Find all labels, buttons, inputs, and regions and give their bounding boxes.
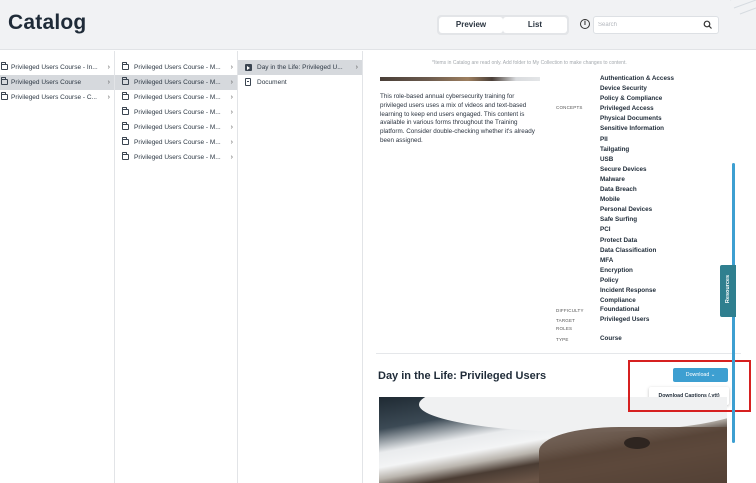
folder-row[interactable]: Privileged Users Course - M... › xyxy=(115,105,237,120)
folder-icon xyxy=(122,62,129,70)
concept-item: Policy & Compliance xyxy=(600,95,663,103)
resources-tab-label: Resources xyxy=(725,274,731,304)
chevron-right-icon: › xyxy=(230,124,233,131)
concept-item: Data Classification xyxy=(600,246,657,254)
list-toggle-button[interactable]: List xyxy=(503,17,567,33)
folder-row[interactable]: Privileged Users Course › xyxy=(0,75,114,90)
decorative-lines-icon xyxy=(730,0,756,15)
divider xyxy=(376,353,741,354)
thumbnail-image xyxy=(380,77,540,81)
concept-item: Device Security xyxy=(600,85,647,93)
preview-toggle-button[interactable]: Preview xyxy=(439,17,503,33)
folder-icon xyxy=(1,77,8,85)
folder-column-1: Privileged Users Course - In... › Privil… xyxy=(0,51,115,483)
type-value: Course xyxy=(600,335,622,342)
search-icon[interactable] xyxy=(703,20,713,30)
content-row-video[interactable]: Day in the Life: Privileged U... › xyxy=(238,60,362,75)
document-icon xyxy=(245,78,251,86)
concept-item: MFA xyxy=(600,256,614,264)
chevron-right-icon: › xyxy=(230,79,233,86)
concept-item: PCI xyxy=(600,226,611,234)
concept-item: USB xyxy=(600,155,614,163)
chevron-right-icon: › xyxy=(230,139,233,146)
chevron-right-icon: › xyxy=(230,109,233,116)
target-roles-label-line-2: ROLES xyxy=(556,326,573,331)
folder-icon xyxy=(122,77,129,85)
concept-item: Tailgating xyxy=(600,145,630,153)
view-toggle: Preview List xyxy=(437,15,569,35)
video-face xyxy=(539,427,727,483)
search-box xyxy=(593,16,719,34)
concept-item: Compliance xyxy=(600,297,636,305)
concept-item: Safe Surfing xyxy=(600,216,638,224)
folder-column-2: Privileged Users Course - M... › Privile… xyxy=(115,51,238,483)
target-roles-label-line-1: TARGET xyxy=(556,318,576,323)
folder-row[interactable]: Privileged Users Course - In... › xyxy=(0,60,114,75)
concept-item: PII xyxy=(600,135,608,143)
chevron-right-icon: › xyxy=(107,94,110,101)
concepts-list: Authentication & Access Device Security … xyxy=(600,74,674,306)
concept-item: Mobile xyxy=(600,196,620,204)
concept-item: Physical Documents xyxy=(600,115,662,123)
course-title: Day in the Life: Privileged Users xyxy=(378,370,547,382)
chevron-right-icon: › xyxy=(230,94,233,101)
concept-item: Incident Response xyxy=(600,286,656,294)
concepts-label: CONCEPTS xyxy=(556,105,583,110)
folder-row[interactable]: Privileged Users Course - M... › xyxy=(115,120,237,135)
content-column: Day in the Life: Privileged U... › Docum… xyxy=(238,51,363,483)
folder-row[interactable]: Privileged Users Course - M... › xyxy=(115,60,237,75)
content-row-document[interactable]: Document xyxy=(238,75,362,90)
course-description: This role-based annual cybersecurity tra… xyxy=(380,93,535,144)
folder-icon xyxy=(122,152,129,160)
info-icon[interactable]: i xyxy=(580,19,590,29)
folder-icon xyxy=(122,92,129,100)
folder-icon xyxy=(1,62,8,70)
type-label: TYPE xyxy=(556,337,569,342)
target-roles-value: Privileged Users xyxy=(600,316,650,323)
concept-item: Secure Devices xyxy=(600,165,647,173)
folder-row[interactable]: Privileged Users Course - M... › xyxy=(115,135,237,150)
chevron-right-icon: › xyxy=(230,64,233,71)
folder-icon xyxy=(122,137,129,145)
folder-icon xyxy=(1,92,8,100)
resources-tab[interactable]: Resources xyxy=(720,265,736,317)
concept-item: Malware xyxy=(600,175,625,183)
concept-item: Sensitive Information xyxy=(600,125,665,133)
concept-item: Personal Devices xyxy=(600,206,653,214)
concept-item: Protect Data xyxy=(600,236,638,244)
concept-item: Authentication & Access xyxy=(600,75,674,82)
folder-icon xyxy=(122,107,129,115)
chevron-right-icon: › xyxy=(230,154,233,161)
header: Catalog Preview List i xyxy=(0,0,756,50)
concept-item: Encryption xyxy=(600,266,633,274)
page-title: Catalog xyxy=(8,11,87,34)
read-only-notice: *Items in Catalog are read only. Add fol… xyxy=(432,60,627,66)
concept-item: Data Breach xyxy=(600,186,637,194)
chevron-right-icon: › xyxy=(355,64,358,71)
search-input[interactable] xyxy=(598,19,698,31)
chevron-right-icon: › xyxy=(107,79,110,86)
folder-row[interactable]: Privileged Users Course - M... › xyxy=(115,75,237,90)
folder-icon xyxy=(122,122,129,130)
preview-pane: *Items in Catalog are read only. Add fol… xyxy=(364,51,756,483)
difficulty-value: Foundational xyxy=(600,306,640,313)
concept-item: Privileged Access xyxy=(600,105,654,113)
difficulty-label: DIFFICULTY xyxy=(556,308,584,313)
concept-item: Policy xyxy=(600,276,619,284)
folder-row[interactable]: Privileged Users Course - M... › xyxy=(115,90,237,105)
video-eye xyxy=(624,437,650,449)
folder-row[interactable]: Privileged Users Course - C... › xyxy=(0,90,114,105)
chevron-right-icon: › xyxy=(107,64,110,71)
folder-row[interactable]: Privileged Users Course - M... › xyxy=(115,150,237,165)
video-icon xyxy=(245,64,252,71)
